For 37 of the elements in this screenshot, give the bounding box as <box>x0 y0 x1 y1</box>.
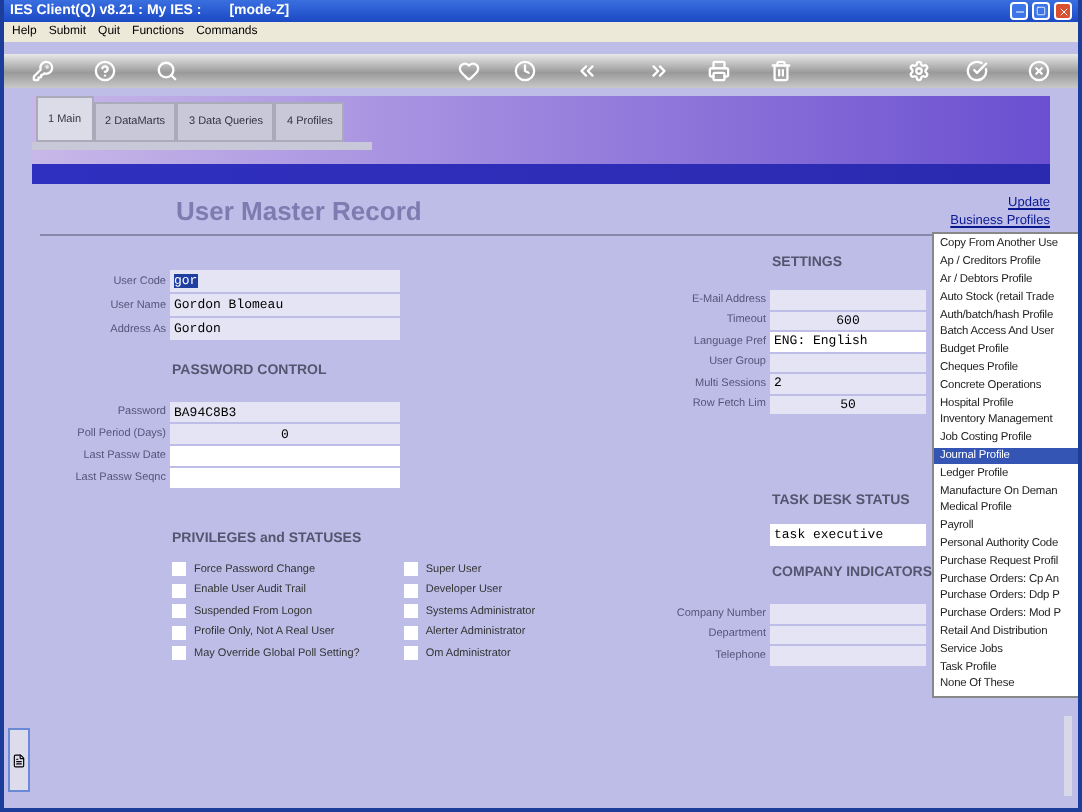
text-field[interactable] <box>770 290 926 309</box>
checkbox[interactable] <box>172 604 186 618</box>
checkbox[interactable] <box>172 625 186 639</box>
checkbox[interactable] <box>172 562 186 576</box>
checkbox[interactable] <box>403 583 418 597</box>
checkbox[interactable] <box>403 646 418 660</box>
checkbox[interactable] <box>403 562 418 576</box>
text-field[interactable] <box>770 604 926 623</box>
checkbox[interactable] <box>403 625 418 639</box>
maximize-button[interactable] <box>1032 2 1050 20</box>
key-icon[interactable] <box>32 59 56 83</box>
printer-icon[interactable] <box>708 59 732 83</box>
minimize-button[interactable] <box>1010 2 1028 20</box>
text-field[interactable] <box>770 646 926 665</box>
search-icon[interactable] <box>154 59 178 83</box>
help-icon[interactable] <box>93 59 117 83</box>
document-icon[interactable] <box>12 753 26 767</box>
double-left-chevron-icon[interactable] <box>575 59 599 83</box>
text-field[interactable] <box>770 353 926 372</box>
square-icon <box>1036 6 1046 16</box>
text-field[interactable] <box>170 468 400 488</box>
heart-icon[interactable] <box>456 59 480 83</box>
gear-icon[interactable] <box>907 59 931 83</box>
form-title: User Master Record <box>176 196 422 226</box>
checkbox[interactable] <box>172 583 186 597</box>
text-field[interactable] <box>170 446 400 466</box>
close-icon[interactable] <box>1027 59 1051 83</box>
checkbox[interactable] <box>172 646 186 660</box>
check-circle-icon[interactable] <box>965 59 989 83</box>
clock-icon[interactable] <box>514 59 538 83</box>
checkbox[interactable] <box>403 604 418 618</box>
text-field[interactable] <box>770 625 926 644</box>
close-icon <box>1057 5 1069 17</box>
minimize-icon <box>1013 5 1025 17</box>
double-right-chevron-icon[interactable] <box>646 59 670 83</box>
trash-icon[interactable] <box>769 59 793 83</box>
close-button[interactable] <box>1054 2 1072 20</box>
